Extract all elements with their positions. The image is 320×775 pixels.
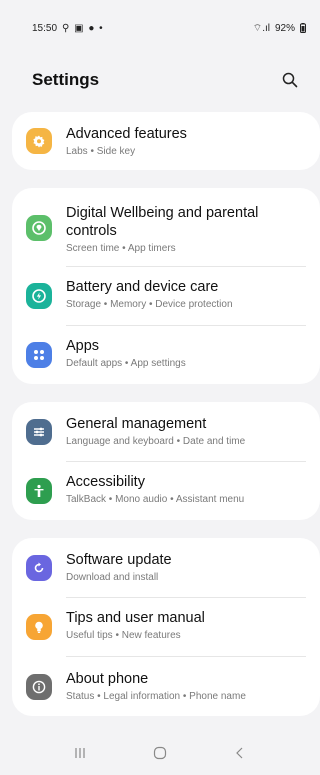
recent-apps-button[interactable] <box>60 738 100 768</box>
item-text: Battery and device care Storage • Memory… <box>66 278 290 311</box>
digital-wellbeing-icon <box>26 215 52 241</box>
item-text: Software update Download and install <box>66 551 290 584</box>
search-button[interactable] <box>278 68 302 92</box>
item-title: About phone <box>66 671 149 687</box>
battery-icon <box>300 23 306 33</box>
settings-card-wellbeing: Digital Wellbeing and parental controls … <box>12 188 320 384</box>
item-title: Software update <box>66 552 172 568</box>
status-right: ⌔.ıl 92% <box>253 22 306 35</box>
accessibility-icon <box>26 478 52 504</box>
settings-item-apps[interactable]: Apps Default apps • App settings <box>12 326 320 384</box>
item-title: Advanced features <box>66 126 187 142</box>
item-subtitle: TalkBack • Mono audio • Assistant menu <box>66 494 245 505</box>
item-subtitle: Screen time • App timers <box>66 243 176 254</box>
item-subtitle: Labs • Side key <box>66 146 136 157</box>
item-title: Battery and device care <box>66 279 219 295</box>
settings-item-battery[interactable]: Battery and device care Storage • Memory… <box>12 267 320 325</box>
item-subtitle: Useful tips • New features <box>66 630 181 641</box>
signal-icon: ⌔.ıl <box>252 22 270 34</box>
navigation-bar <box>0 730 320 775</box>
software-update-icon <box>26 555 52 581</box>
item-title: Tips and user manual <box>66 610 205 626</box>
item-text: Accessibility TalkBack • Mono audio • As… <box>66 473 290 506</box>
settings-item-software-update[interactable]: Software update Download and install <box>12 538 320 597</box>
general-management-icon <box>26 419 52 445</box>
item-title: Digital Wellbeing and parental controls <box>66 205 259 239</box>
item-text: Digital Wellbeing and parental controls … <box>66 204 290 255</box>
settings-item-general-management[interactable]: General management Language and keyboard… <box>12 402 320 461</box>
lightbulb-icon <box>26 614 52 640</box>
search-icon <box>282 72 298 88</box>
item-text: Advanced features Labs • Side key <box>66 125 290 158</box>
settings-item-advanced-features[interactable]: Advanced features Labs • Side key <box>12 112 320 170</box>
item-subtitle: Default apps • App settings <box>66 358 186 369</box>
page-title: Settings <box>32 70 100 89</box>
status-time: 15:50 <box>32 22 58 34</box>
battery-care-icon <box>26 283 52 309</box>
item-text: About phone Status • Legal information •… <box>66 670 290 703</box>
item-text: Tips and user manual Useful tips • New f… <box>66 609 290 642</box>
settings-item-tips[interactable]: Tips and user manual Useful tips • New f… <box>12 598 320 656</box>
header: Settings <box>0 56 320 104</box>
settings-item-accessibility[interactable]: Accessibility TalkBack • Mono audio • As… <box>12 462 320 520</box>
status-bar: 15:50 ⚲ ▣ ● • ⌔.ıl 92% <box>0 0 320 56</box>
item-title: Accessibility <box>66 474 145 490</box>
settings-card-software: Software update Download and install Tip… <box>12 538 320 716</box>
item-title: Apps <box>66 338 100 354</box>
item-text: General management Language and keyboard… <box>66 415 290 448</box>
home-button[interactable] <box>140 738 180 768</box>
settings-card-advanced: Advanced features Labs • Side key <box>12 112 320 170</box>
apps-icon <box>26 342 52 368</box>
status-left: 15:50 ⚲ ▣ ● • <box>32 23 104 34</box>
advanced-features-icon <box>26 128 52 154</box>
item-title: General management <box>66 416 207 432</box>
settings-card-general: General management Language and keyboard… <box>12 402 320 520</box>
recent-apps-icon <box>75 747 85 758</box>
info-icon <box>26 674 52 700</box>
home-icon <box>153 746 167 759</box>
item-text: Apps Default apps • App settings <box>66 337 290 370</box>
item-subtitle: Download and install <box>66 572 159 583</box>
battery-level: 92% <box>274 22 295 34</box>
item-subtitle: Language and keyboard • Date and time <box>66 436 246 447</box>
item-subtitle: Status • Legal information • Phone name <box>66 691 246 702</box>
notification-icons: ⚲ ▣ ● • <box>62 22 104 34</box>
item-subtitle: Storage • Memory • Device protection <box>66 299 233 310</box>
back-icon <box>236 747 243 758</box>
back-button[interactable] <box>220 738 260 768</box>
settings-item-about-phone[interactable]: About phone Status • Legal information •… <box>12 657 320 716</box>
settings-item-digital-wellbeing[interactable]: Digital Wellbeing and parental controls … <box>12 188 320 266</box>
